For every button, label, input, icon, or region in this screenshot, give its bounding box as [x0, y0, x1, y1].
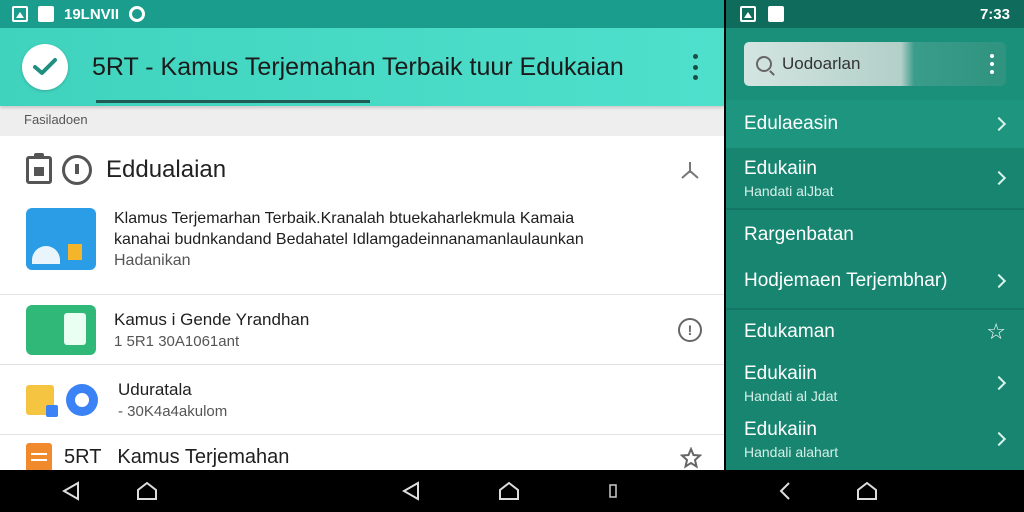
main-window: 19LNVII 5RT - Kamus Terjemahan Terbaik t…	[0, 0, 724, 470]
message-icon	[768, 6, 784, 22]
gear-icon	[129, 6, 146, 22]
item-prefix: 5RT	[64, 446, 102, 468]
gear-settings-icon[interactable]	[680, 446, 702, 469]
menu-item-edukaiin-2[interactable]: Edukaiin Handati al Jdat	[726, 354, 1024, 412]
menu-item-edulaeasin[interactable]: Edulaeasin	[726, 100, 1024, 148]
item-title: Kamus Terjemahan	[117, 446, 290, 468]
check-button[interactable]	[22, 44, 68, 90]
home-icon[interactable]	[856, 481, 878, 501]
check-icon	[33, 58, 57, 75]
menu-item-edukaiin-1[interactable]: Edukaiin Handati alJbat	[726, 148, 1024, 208]
menu-item-rargenbatan[interactable]: Rargenbatan	[726, 210, 1024, 260]
card-title: Eddualaian	[106, 156, 227, 183]
timer-icon[interactable]	[62, 155, 92, 185]
item-subtitle: - 30K4a4akulom	[118, 402, 228, 420]
clipboard-icon[interactable]	[26, 153, 52, 184]
list-item[interactable]: 5RT Kamus Terjemahan	[0, 434, 724, 470]
home-icon[interactable]	[498, 481, 520, 501]
item-title: Uduratala	[118, 379, 192, 399]
list-item[interactable]: Klamus Terjemarhan Terbaik.Kranalah btue…	[0, 204, 724, 294]
image-icon	[12, 6, 28, 22]
item-title: Kamus i Gende Yrandhan	[114, 309, 310, 329]
overflow-menu-icon[interactable]	[692, 54, 698, 80]
content-list: Eddualaian Klamus Terjemarhan Terbaik.Kr…	[0, 136, 724, 470]
pin-icon[interactable]	[680, 160, 700, 180]
document-thumbnail-icon	[26, 304, 96, 355]
title-underline	[96, 100, 370, 103]
photo-thumbnail-icon	[26, 208, 96, 270]
status-bar-right: 7:33	[726, 0, 1024, 28]
item-description: Klamus Terjemarhan Terbaik.Kranalah btue…	[114, 210, 584, 269]
home-icon[interactable]	[136, 481, 158, 501]
card-header: Eddualaian	[0, 136, 724, 204]
system-nav-bar-right	[726, 470, 1024, 512]
search-placeholder: Uodoarlan	[782, 54, 861, 73]
list-item[interactable]: Uduratala - 30K4a4akulom	[0, 364, 724, 434]
item-subtitle: 1 5R1 30A1061ant	[114, 332, 240, 350]
notes-icon	[26, 442, 52, 470]
search-area: Uodoarlan	[726, 28, 1024, 100]
section-label: Fasiladoen	[0, 106, 724, 136]
list-item[interactable]: Kamus i Gende Yrandhan 1 5R1 30A1061ant …	[0, 294, 724, 364]
back-icon[interactable]	[402, 481, 420, 501]
chevron-left-icon[interactable]	[778, 481, 792, 501]
message-icon	[38, 6, 54, 22]
menu-item-edukaman[interactable]: Edukaman ☆	[726, 310, 1024, 354]
recent-apps-icon[interactable]	[608, 483, 618, 499]
navigation-drawer: 7:33 Uodoarlan Edulaeasin Edukaiin Handa…	[726, 0, 1024, 470]
search-menu-icon[interactable]	[990, 54, 994, 74]
menu-item-edukaiin-3[interactable]: Edukaiin Handali alahart	[726, 412, 1024, 466]
system-nav-bar-left	[0, 470, 722, 512]
file-icon	[26, 384, 58, 417]
app-title: 5RT - Kamus Terjemahan Terbaik tuur Eduk…	[92, 52, 624, 81]
app-toolbar: 5RT - Kamus Terjemahan Terbaik tuur Eduk…	[0, 28, 724, 106]
search-icon	[756, 56, 772, 72]
image-icon	[740, 6, 756, 22]
menu-item-terjemahan[interactable]: Hodjemaen Terjembhar)	[726, 260, 1024, 302]
drawer-menu: Edulaeasin Edukaiin Handati alJbat Rarge…	[726, 100, 1024, 466]
status-bar-left: 19LNVII	[0, 0, 724, 28]
star-icon[interactable]: ☆	[986, 319, 1006, 345]
status-time-right: 7:33	[979, 5, 1010, 23]
record-icon	[66, 383, 98, 416]
alert-icon[interactable]: !	[678, 317, 702, 342]
back-icon[interactable]	[62, 481, 80, 501]
status-time-left: 19LNVII	[64, 5, 120, 23]
search-input[interactable]: Uodoarlan	[744, 42, 1006, 86]
